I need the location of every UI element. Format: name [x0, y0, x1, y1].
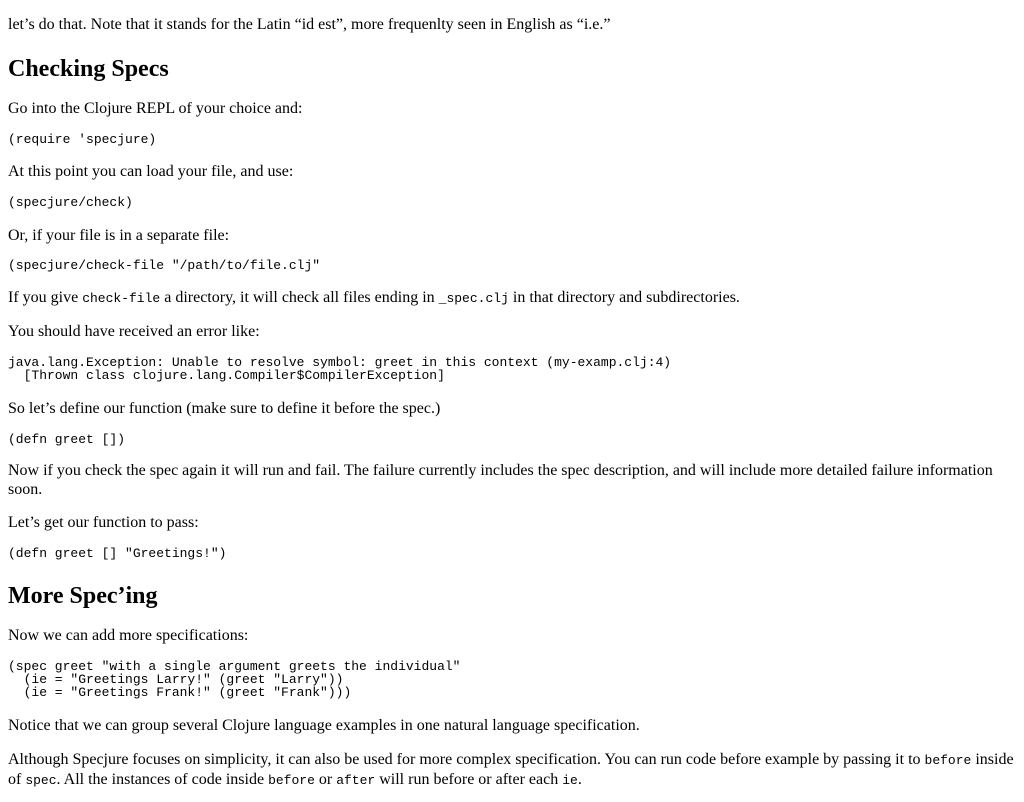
complex-spec-paragraph: Although Specjure focuses on simplicity,…: [8, 751, 1014, 788]
intro-paragraph: let’s do that. Note that it stands for t…: [8, 16, 611, 33]
group-examples-note: Notice that we can group several Clojure…: [8, 717, 640, 734]
code-require: (require 'specjure): [8, 132, 157, 147]
more-specing-heading: More Spec’ing: [8, 583, 158, 609]
directory-note: If you give check-file a directory, it w…: [8, 289, 740, 306]
inline-code-check-file: check-file: [82, 291, 161, 306]
repl-instruction: Go into the Clojure REPL of your choice …: [8, 100, 303, 117]
check-again-paragraph: Now if you check the spec again it will …: [8, 462, 993, 498]
inline-code-before: before: [924, 753, 972, 768]
inline-code-ie: ie: [562, 773, 578, 788]
code-defn-empty: (defn greet []): [8, 432, 126, 447]
code-spec-greet: (spec greet "with a single argument gree…: [8, 659, 461, 700]
code-check: (specjure/check): [8, 195, 133, 210]
add-specs-instruction: Now we can add more specifications:: [8, 627, 249, 644]
code-check-file: (specjure/check-file "/path/to/file.clj": [8, 258, 321, 273]
checking-specs-heading: Checking Specs: [8, 56, 169, 82]
code-defn-greetings: (defn greet [] "Greetings!"): [8, 546, 227, 561]
code-error: java.lang.Exception: Unable to resolve s…: [8, 355, 672, 383]
separate-file-instruction: Or, if your file is in a separate file:: [8, 227, 230, 244]
inline-code-spec: spec: [25, 773, 57, 788]
pass-instruction: Let’s get our function to pass:: [8, 514, 199, 531]
inline-code-before-2: before: [268, 773, 315, 788]
inline-code-spec-clj: _spec.clj: [438, 291, 509, 306]
load-file-instruction: At this point you can load your file, an…: [8, 163, 294, 180]
inline-code-after: after: [336, 773, 376, 788]
define-function-instruction: So let’s define our function (make sure …: [8, 400, 441, 417]
error-intro: You should have received an error like:: [8, 323, 260, 340]
